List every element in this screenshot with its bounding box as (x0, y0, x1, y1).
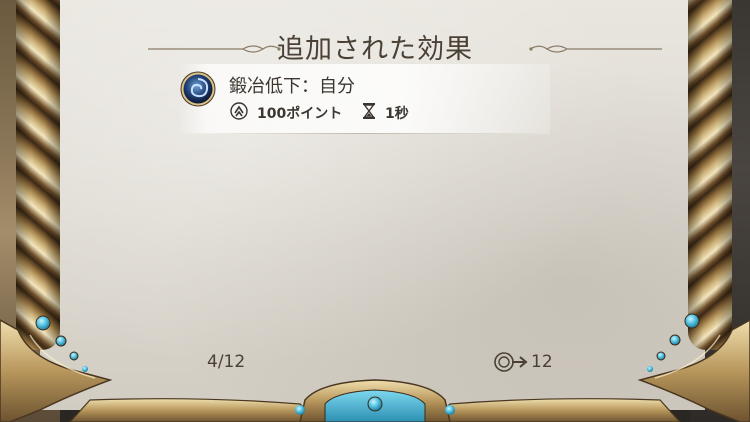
page-counter: 4/12 (207, 352, 246, 372)
effect-cost: 100ポイント (257, 106, 343, 122)
panel-title: 追加された効果 (277, 34, 473, 65)
coin-arrow-icon (494, 352, 528, 372)
item-count: 12 (531, 352, 553, 372)
swirl-orb-icon (180, 71, 216, 107)
effect-name: 鍛冶低下：自分 (229, 76, 355, 97)
hourglass-icon (363, 103, 375, 119)
stamina-arrows-icon (230, 102, 248, 120)
effect-duration: 1秒 (385, 106, 409, 122)
card-panel: 追加された効果 鍛冶低下：自分 100ポイント 1秒 4/12 12 (0, 0, 750, 422)
